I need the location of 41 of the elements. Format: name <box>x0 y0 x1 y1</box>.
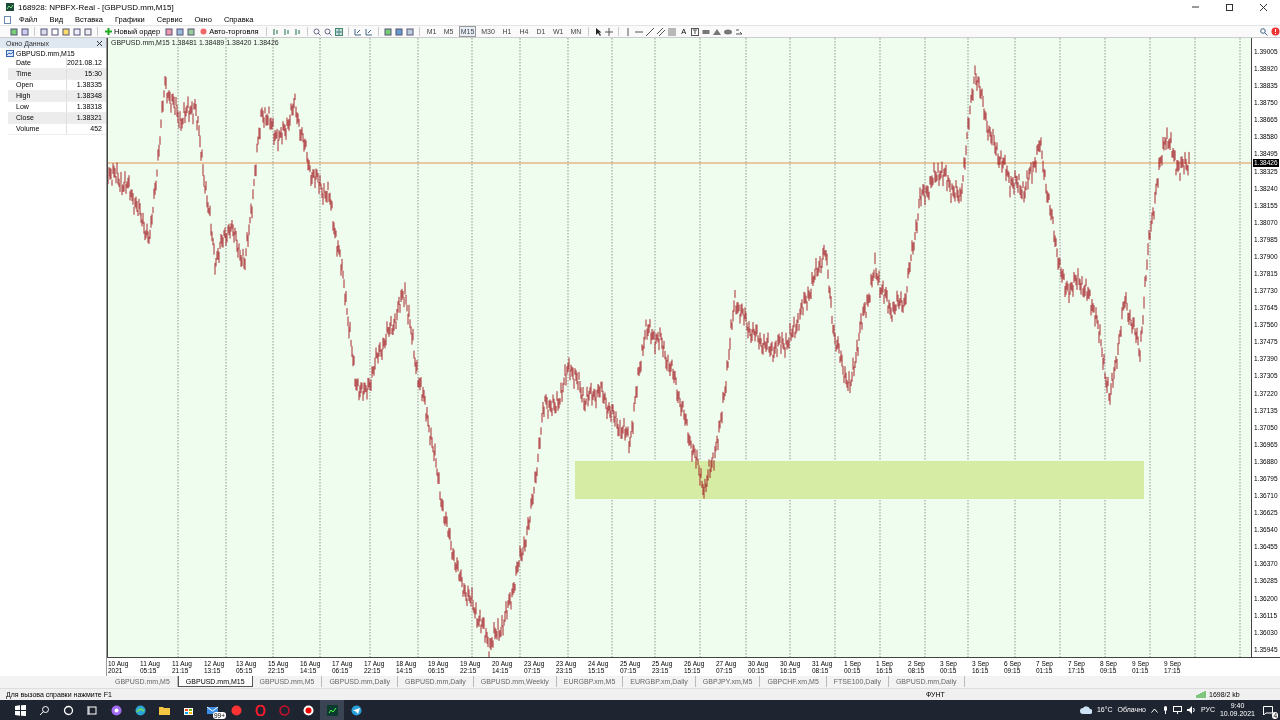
minimize-icon[interactable] <box>1191 3 1199 11</box>
paper-plane-icon[interactable] <box>350 704 362 716</box>
caret-up-icon[interactable] <box>1150 707 1158 713</box>
triangle-icon[interactable] <box>713 27 722 36</box>
rectangle-icon[interactable] <box>702 27 711 36</box>
task-view-icon[interactable] <box>86 704 98 716</box>
zoom-in-icon[interactable] <box>312 27 321 36</box>
plus-icon <box>105 28 112 35</box>
start-icon[interactable] <box>14 704 26 716</box>
grid-icon[interactable] <box>334 27 343 36</box>
network-icon[interactable] <box>1172 706 1182 714</box>
cloud-icon <box>1079 706 1092 714</box>
window-title: 168928: NPBFX-Real - [GBPUSD.mm,M15] <box>18 2 174 12</box>
zoom-out-icon[interactable] <box>323 27 332 36</box>
assistant-icon[interactable] <box>110 704 122 716</box>
document-icon <box>4 15 11 24</box>
speaker-icon[interactable] <box>1186 706 1196 714</box>
arrows-icon[interactable] <box>735 27 744 36</box>
search-icon[interactable] <box>38 704 50 716</box>
close-icon[interactable] <box>1259 3 1267 11</box>
autoscroll-icon[interactable] <box>364 27 373 36</box>
shift-chart-icon[interactable] <box>353 27 362 36</box>
chart-icon <box>6 49 14 57</box>
circle-icon[interactable] <box>62 704 74 716</box>
ring-app-icon[interactable] <box>254 704 266 716</box>
record-icon[interactable] <box>302 704 314 716</box>
microphone-icon[interactable] <box>1162 706 1168 714</box>
connection-bars-icon <box>1196 691 1206 698</box>
close-icon[interactable] <box>97 40 102 46</box>
app-icon <box>6 3 14 11</box>
cursor-icon[interactable] <box>594 27 603 36</box>
trendline-icon[interactable] <box>646 27 655 36</box>
notification-icon[interactable] <box>1263 705 1273 715</box>
ellipse-icon[interactable] <box>724 27 733 36</box>
text-label-icon[interactable] <box>691 27 700 36</box>
ring-app-icon[interactable] <box>278 704 290 716</box>
browser-icon[interactable] <box>134 704 146 716</box>
round-app-icon[interactable] <box>230 704 242 716</box>
trading-app-icon[interactable] <box>326 704 338 716</box>
alert-icon[interactable] <box>1271 27 1280 36</box>
maximize-icon[interactable] <box>1225 3 1233 11</box>
